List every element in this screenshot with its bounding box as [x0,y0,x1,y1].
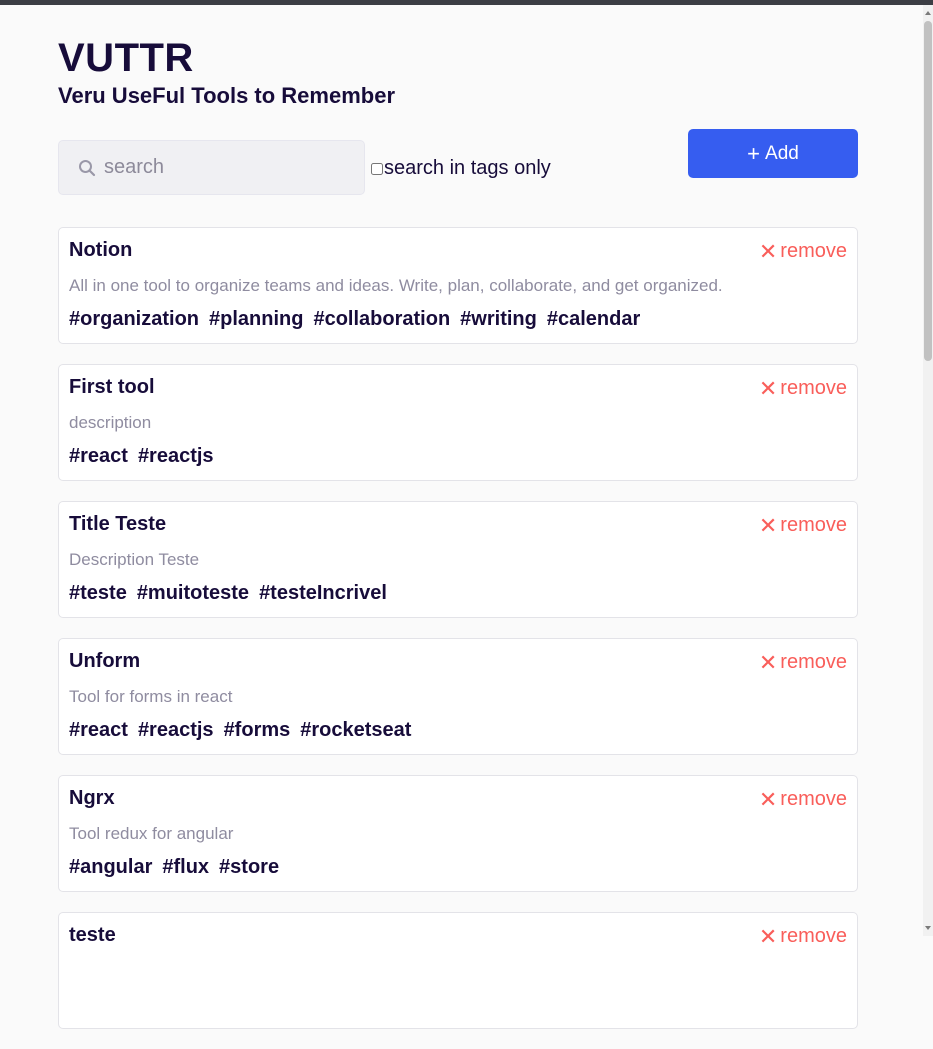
tool-tag[interactable]: #muitoteste [137,582,249,605]
tool-title[interactable]: Unform [69,650,140,673]
tags-only-checkbox[interactable] [371,162,383,175]
remove-tool-button[interactable]: ✕ remove [759,925,847,948]
tool-list: Notion ✕ remove All in one tool to organize… [58,227,858,1049]
remove-tool-button[interactable]: ✕ remove [759,788,847,811]
remove-label: remove [780,925,847,947]
tool-tag[interactable]: #calendar [547,308,640,331]
remove-label: remove [780,377,847,399]
remove-tool-button[interactable]: ✕ remove [759,651,847,674]
tool-card: Ngrx ✕ remove Tool redux for angular #angula… [58,775,858,892]
page-subtitle: Veru UseFul Tools to Remember [58,83,396,108]
page-scrollbar[interactable] [923,5,933,936]
remove-label: remove [780,788,847,810]
tags-only-label: search in tags only [384,157,551,179]
tool-tags: #react #reactjs #forms #rocketseat [69,719,421,742]
tool-tags: #teste #muitoteste #testeIncrivel [69,582,397,605]
close-icon: ✕ [758,375,778,401]
tags-only-filter[interactable]: search in tags only [371,157,551,180]
remove-label: remove [780,240,847,262]
tool-description: Tool redux for angular [69,824,234,843]
tool-title[interactable]: Notion [69,239,132,262]
tool-title[interactable]: Ngrx [69,787,115,810]
tool-tag[interactable]: #writing [460,308,537,331]
remove-label: remove [780,514,847,536]
tool-card: teste ✕ remove [58,912,858,1029]
tool-tag[interactable]: #flux [162,856,209,879]
tool-tag[interactable]: #angular [69,856,152,879]
tool-tag[interactable]: #organization [69,308,199,331]
tool-tag[interactable]: #forms [224,719,291,742]
scroll-up-arrow-icon[interactable] [925,11,931,15]
close-icon: ✕ [758,238,778,264]
tool-tag[interactable]: #reactjs [138,445,214,468]
browser-top-edge [0,0,933,5]
tool-tag[interactable]: #react [69,445,128,468]
remove-tool-button[interactable]: ✕ remove [759,240,847,263]
remove-label: remove [780,651,847,673]
tool-tag[interactable]: #store [219,856,279,879]
tool-card: Notion ✕ remove All in one tool to organize… [58,227,858,344]
search-icon [77,158,97,178]
tool-tag[interactable]: #testeIncrivel [259,582,387,605]
close-icon: ✕ [758,512,778,538]
tool-tags: #organization #planning #collaboration #wri… [69,308,650,331]
tool-card: First tool ✕ remove description #react #react… [58,364,858,481]
remove-tool-button[interactable]: ✕ remove [759,377,847,400]
close-icon: ✕ [758,786,778,812]
plus-icon: + [747,140,761,166]
scrollbar-thumb[interactable] [924,21,932,361]
tool-tags: #angular #flux #store [69,856,289,879]
search-input[interactable] [104,156,344,179]
tool-tag[interactable]: #collaboration [313,308,450,331]
tool-description: All in one tool to organize teams and id… [69,276,723,295]
tool-tag[interactable]: #planning [209,308,303,331]
close-icon: ✕ [758,923,778,949]
tool-tags: #react #reactjs [69,445,224,468]
tool-tag[interactable]: #teste [69,582,127,605]
tool-description: Tool for forms in react [69,687,233,706]
page-title: VUTTR [58,36,194,80]
tool-title[interactable]: Title Teste [69,513,166,536]
tool-tag[interactable]: #react [69,719,128,742]
remove-tool-button[interactable]: ✕ remove [759,514,847,537]
tool-card: Title Teste ✕ remove Description Teste #test… [58,501,858,618]
tool-card: Unform ✕ remove Tool for forms in react #rea… [58,638,858,755]
tool-description: Description Teste [69,550,200,569]
scroll-down-arrow-icon[interactable] [925,926,931,930]
search-box[interactable] [58,140,365,195]
add-tool-button[interactable]: + Add [688,129,858,178]
tool-tag[interactable]: #reactjs [138,719,214,742]
tool-tag[interactable]: #rocketseat [300,719,411,742]
add-button-label: Add [765,142,799,164]
tool-description: description [69,413,152,432]
tool-title[interactable]: First tool [69,376,155,399]
close-icon: ✕ [758,649,778,675]
